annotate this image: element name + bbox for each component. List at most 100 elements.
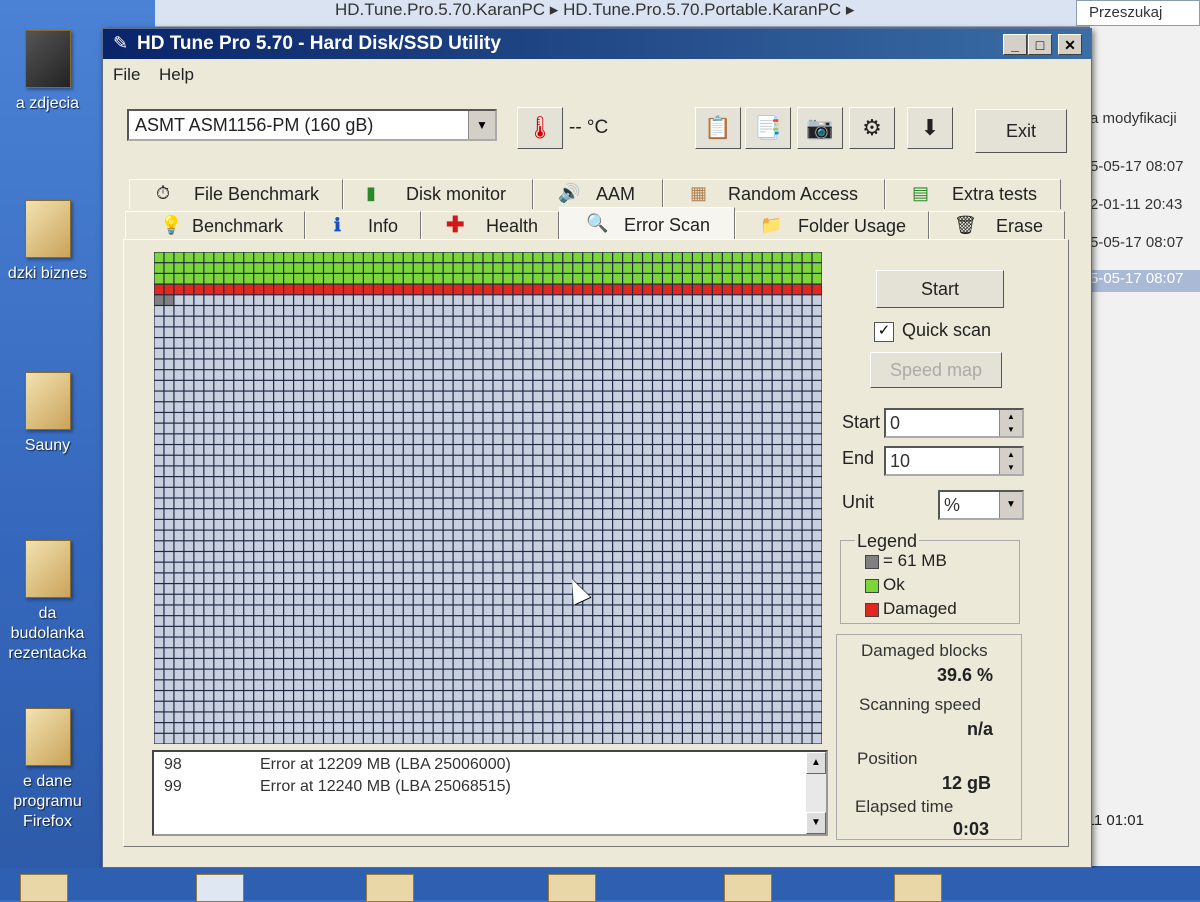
tab-folder-usage[interactable]: 📁 Folder Usage — [735, 211, 929, 241]
tab-file-benchmark[interactable]: ⏱ File Benchmark — [129, 179, 343, 209]
column-header[interactable]: a modyfikacji — [1090, 110, 1177, 127]
scan-block — [563, 338, 573, 348]
scan-block — [583, 348, 593, 359]
scan-block — [812, 370, 822, 380]
exit-button[interactable]: Exit — [975, 109, 1067, 153]
speed-map-button[interactable]: Speed map — [870, 352, 1002, 388]
scan-block — [533, 648, 543, 658]
scan-block — [633, 423, 642, 434]
chevron-down-icon[interactable]: ▼ — [468, 111, 495, 139]
desktop-icon[interactable]: Sauny — [0, 372, 95, 456]
scan-block — [772, 402, 782, 412]
scan-block — [473, 423, 483, 434]
stepper-arrows-icon[interactable]: ▲ ▼ — [999, 448, 1022, 474]
scan-block — [503, 594, 513, 605]
desktop-icon[interactable]: a zdjecia — [0, 30, 95, 114]
tab-info[interactable]: ℹ Info — [305, 211, 421, 241]
minimize-button[interactable]: _ — [1003, 34, 1027, 55]
scan-block — [752, 594, 762, 605]
tab-extra-tests[interactable]: ▤ Extra tests — [885, 179, 1061, 209]
maximize-button[interactable]: □ — [1028, 34, 1052, 55]
scan-block — [722, 712, 732, 723]
options-button[interactable]: ⚙ — [849, 107, 895, 149]
taskbar-document-icon[interactable] — [196, 874, 244, 902]
scan-block — [224, 723, 234, 733]
scan-block — [752, 530, 762, 541]
copy-info-button[interactable]: 📋 — [695, 107, 741, 149]
drive-select[interactable]: ASMT ASM1156-PM (160 gB) ▼ — [127, 109, 497, 141]
scan-block — [782, 295, 792, 305]
copy-all-button[interactable]: 📑 — [745, 107, 791, 149]
scan-block — [354, 509, 363, 519]
scan-block — [673, 445, 682, 455]
scan-block — [443, 487, 453, 498]
scan-block — [563, 487, 573, 498]
tab-disk-monitor[interactable]: ▮ Disk monitor — [343, 179, 533, 209]
scan-block — [214, 273, 224, 284]
scan-block — [683, 370, 692, 380]
scroll-down-icon[interactable]: ▼ — [806, 812, 826, 834]
scan-block — [553, 626, 563, 637]
scan-block — [244, 541, 254, 551]
screenshot-button[interactable]: 📷 — [797, 107, 843, 149]
taskbar-folder-icon[interactable] — [20, 874, 68, 902]
scan-block — [204, 423, 214, 434]
scan-block — [324, 348, 333, 359]
tab-erase[interactable]: 🗑 Erase — [929, 211, 1065, 241]
explorer-path[interactable]: HD.Tune.Pro.5.70.KaranPC ▸ HD.Tune.Pro.5… — [335, 0, 854, 20]
scan-block — [403, 273, 413, 284]
taskbar-folder-icon[interactable] — [894, 874, 942, 902]
close-button[interactable]: ✕ — [1058, 34, 1082, 55]
scan-block — [483, 391, 493, 402]
scan-block — [503, 498, 513, 509]
taskbar-folder-icon[interactable] — [366, 874, 414, 902]
menu-help[interactable]: Help — [159, 65, 194, 85]
quick-scan-checkbox[interactable]: ✓ — [874, 322, 894, 342]
tab-benchmark[interactable]: 💡 Benchmark — [125, 211, 305, 241]
explorer-search-input[interactable]: Przeszukaj — [1076, 0, 1200, 26]
scan-block — [294, 584, 303, 594]
desktop-icon[interactable]: e dane programu Firefox — [0, 708, 95, 832]
desktop-icon[interactable]: dzki biznes — [0, 200, 95, 284]
scan-block — [683, 530, 692, 541]
title-bar[interactable]: ✎ HD Tune Pro 5.70 - Hard Disk/SSD Utili… — [103, 29, 1091, 59]
taskbar-folder-icon[interactable] — [724, 874, 772, 902]
scan-block — [692, 338, 702, 348]
save-button[interactable]: ⬇ — [907, 107, 953, 149]
log-scrollbar[interactable]: ▲ ▼ — [806, 752, 826, 834]
scan-block — [194, 263, 204, 273]
scan-block — [503, 338, 513, 348]
scan-block — [513, 573, 523, 583]
scan-block — [553, 530, 563, 541]
scroll-up-icon[interactable]: ▲ — [806, 752, 826, 774]
scan-block — [473, 691, 483, 701]
error-scan-panel: 98 Error at 12209 MB (LBA 25006000) 99 E… — [123, 239, 1069, 847]
scan-block — [284, 455, 293, 466]
taskbar-folder-icon[interactable] — [548, 874, 596, 902]
unit-select[interactable]: % ▼ — [938, 490, 1024, 520]
scan-block — [234, 445, 244, 455]
start-scan-button[interactable]: Start — [876, 270, 1004, 308]
end-stepper[interactable]: 10 ▲ ▼ — [884, 446, 1024, 476]
scan-block — [702, 616, 712, 626]
tab-aam[interactable]: 🔊 AAM — [533, 179, 663, 209]
error-log-list[interactable]: 98 Error at 12209 MB (LBA 25006000) 99 E… — [152, 750, 828, 836]
scan-block — [314, 338, 323, 348]
tab-health[interactable]: ✚ Health — [421, 211, 559, 241]
desktop-icon[interactable]: da budolanka rezentacka — [0, 540, 95, 664]
scan-block — [373, 402, 383, 412]
stepper-arrows-icon[interactable]: ▲ ▼ — [999, 410, 1022, 436]
scan-block — [613, 573, 622, 583]
start-stepper[interactable]: 0 ▲ ▼ — [884, 408, 1024, 438]
tab-random-access[interactable]: ▦ Random Access — [663, 179, 885, 209]
scan-block — [344, 519, 353, 530]
tab-error-scan[interactable]: 🔍 Error Scan — [559, 207, 735, 241]
scan-block — [254, 316, 264, 327]
scan-block — [164, 423, 174, 434]
scan-block — [373, 519, 383, 530]
chevron-down-icon[interactable]: ▼ — [999, 492, 1022, 518]
scan-block — [633, 605, 642, 616]
scan-block — [373, 295, 383, 305]
menu-file[interactable]: File — [113, 65, 140, 85]
scan-block — [683, 562, 692, 573]
